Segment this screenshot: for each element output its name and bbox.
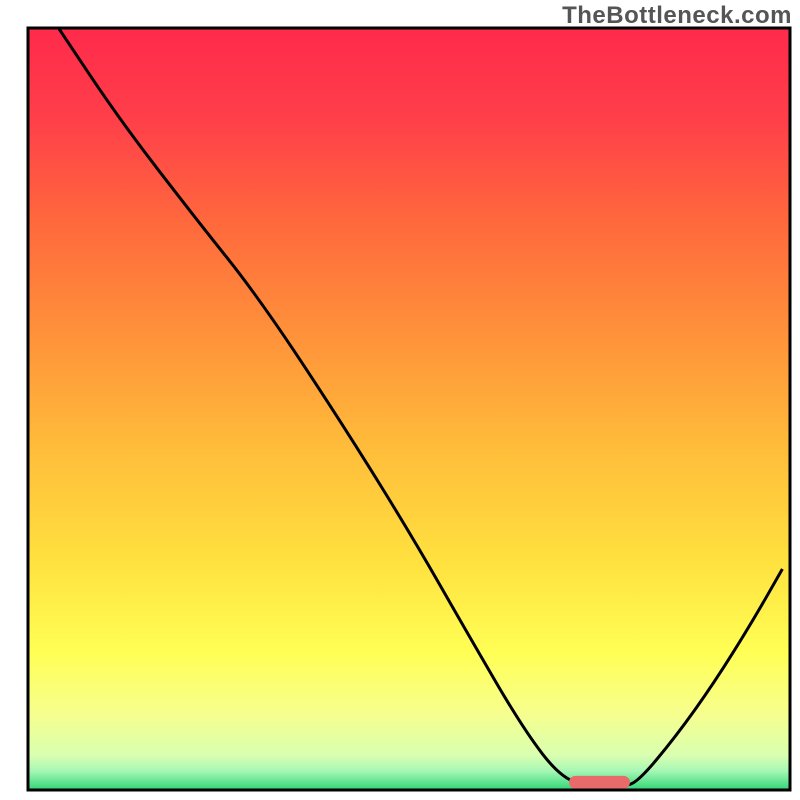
gradient-background bbox=[28, 28, 790, 790]
bottleneck-plot bbox=[0, 0, 800, 800]
optimal-marker bbox=[569, 776, 630, 789]
chart-frame: TheBottleneck.com bbox=[0, 0, 800, 800]
watermark-text: TheBottleneck.com bbox=[562, 2, 792, 30]
